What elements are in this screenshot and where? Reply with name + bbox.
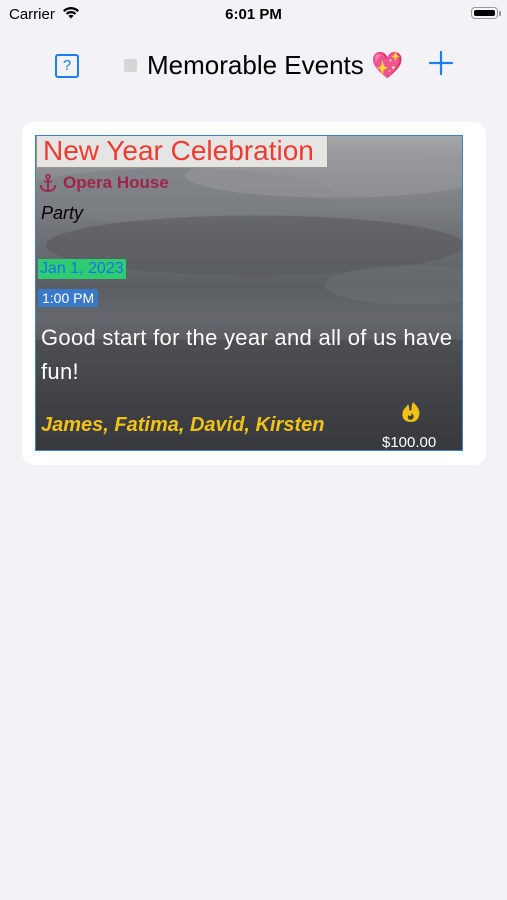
event-time: 1:00 PM xyxy=(38,289,99,307)
page-title: Memorable Events 💖 xyxy=(147,50,404,80)
event-location-label: Opera House xyxy=(63,173,169,192)
event-category: Party xyxy=(41,203,84,223)
navigation-bar: ? Memorable Events 💖 xyxy=(0,40,507,92)
flame-icon xyxy=(402,402,420,422)
status-time: 6:01 PM xyxy=(225,6,282,23)
event-title: New Year Celebration xyxy=(36,136,328,168)
help-button[interactable]: ? xyxy=(55,54,79,78)
event-price: $100.00 xyxy=(382,434,437,451)
add-event-button[interactable] xyxy=(428,50,454,76)
battery-icon xyxy=(471,7,501,19)
event-cell[interactable]: New Year Celebration Opera House Party J… xyxy=(35,135,463,451)
status-bar: Carrier 6:01 PM xyxy=(0,0,507,30)
nav-title: Memorable Events 💖 xyxy=(124,50,403,81)
title-square-icon xyxy=(124,59,137,72)
event-description: Good start for the year and all of us ha… xyxy=(41,325,453,384)
event-participants: James, Fatima, David, Kirsten xyxy=(41,414,325,436)
event-location: Opera House xyxy=(38,173,169,193)
anchor-icon xyxy=(39,173,57,192)
event-date: Jan 1, 2023 xyxy=(38,259,126,279)
event-card[interactable]: New Year Celebration Opera House Party J… xyxy=(22,122,486,465)
